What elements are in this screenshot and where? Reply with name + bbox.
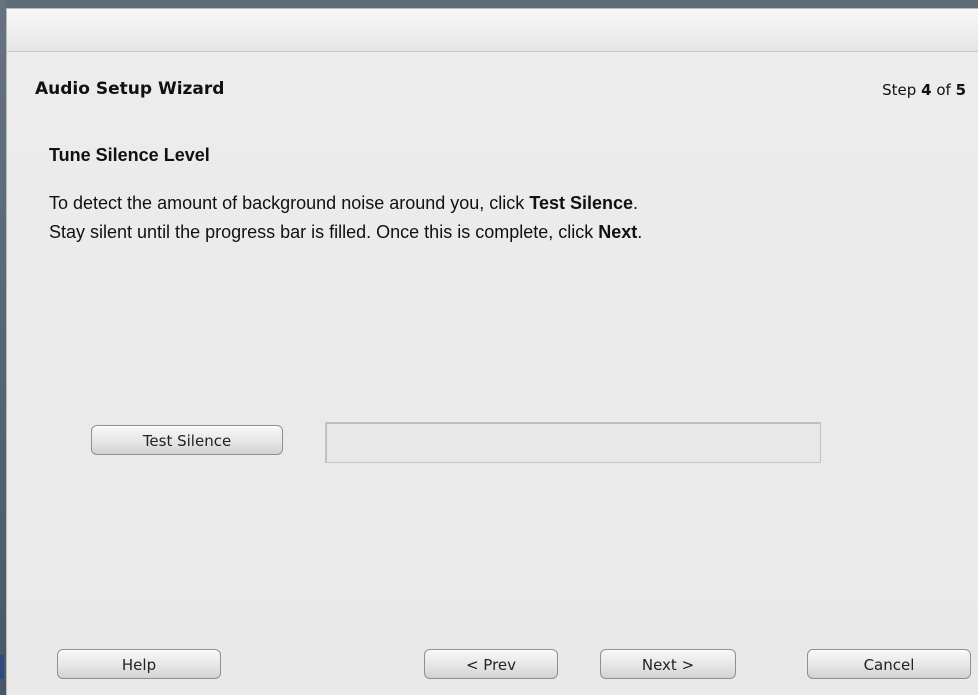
section-heading: Tune Silence Level <box>49 145 210 165</box>
step-total: 5 <box>955 81 966 99</box>
instruction-line-1-suffix: . <box>633 193 639 213</box>
cancel-button[interactable]: Cancel <box>807 649 971 679</box>
dialog-top-bar <box>7 9 978 52</box>
next-button[interactable]: Next > <box>600 649 736 679</box>
test-silence-button[interactable]: Test Silence <box>91 425 283 455</box>
step-of: of <box>936 81 951 99</box>
wizard-title: Audio Setup Wizard <box>35 79 225 99</box>
instructions: To detect the amount of background noise… <box>49 189 949 247</box>
step-indicator: Step 4 of 5 <box>882 81 966 99</box>
instruction-line-2-suffix: . <box>637 222 643 242</box>
help-button[interactable]: Help <box>57 649 221 679</box>
step-current: 4 <box>921 81 932 99</box>
audio-setup-wizard-dialog: Audio Setup Wizard Step 4 of 5 Tune Sile… <box>6 8 978 695</box>
step-prefix: Step <box>882 81 917 99</box>
instruction-line-2-text: Stay silent until the progress bar is fi… <box>49 222 594 242</box>
taskbar-edge-marker <box>0 655 4 679</box>
wizard-header: Audio Setup Wizard Step 4 of 5 <box>7 51 978 121</box>
instruction-line-2-bold: Next <box>598 222 638 242</box>
silence-progress-bar <box>325 422 821 463</box>
prev-button[interactable]: < Prev <box>424 649 558 679</box>
instruction-line-1: To detect the amount of background noise… <box>49 189 949 218</box>
instruction-line-2: Stay silent until the progress bar is fi… <box>49 218 949 247</box>
instruction-line-1-bold: Test Silence <box>529 193 634 213</box>
instruction-line-1-text: To detect the amount of background noise… <box>49 193 525 213</box>
